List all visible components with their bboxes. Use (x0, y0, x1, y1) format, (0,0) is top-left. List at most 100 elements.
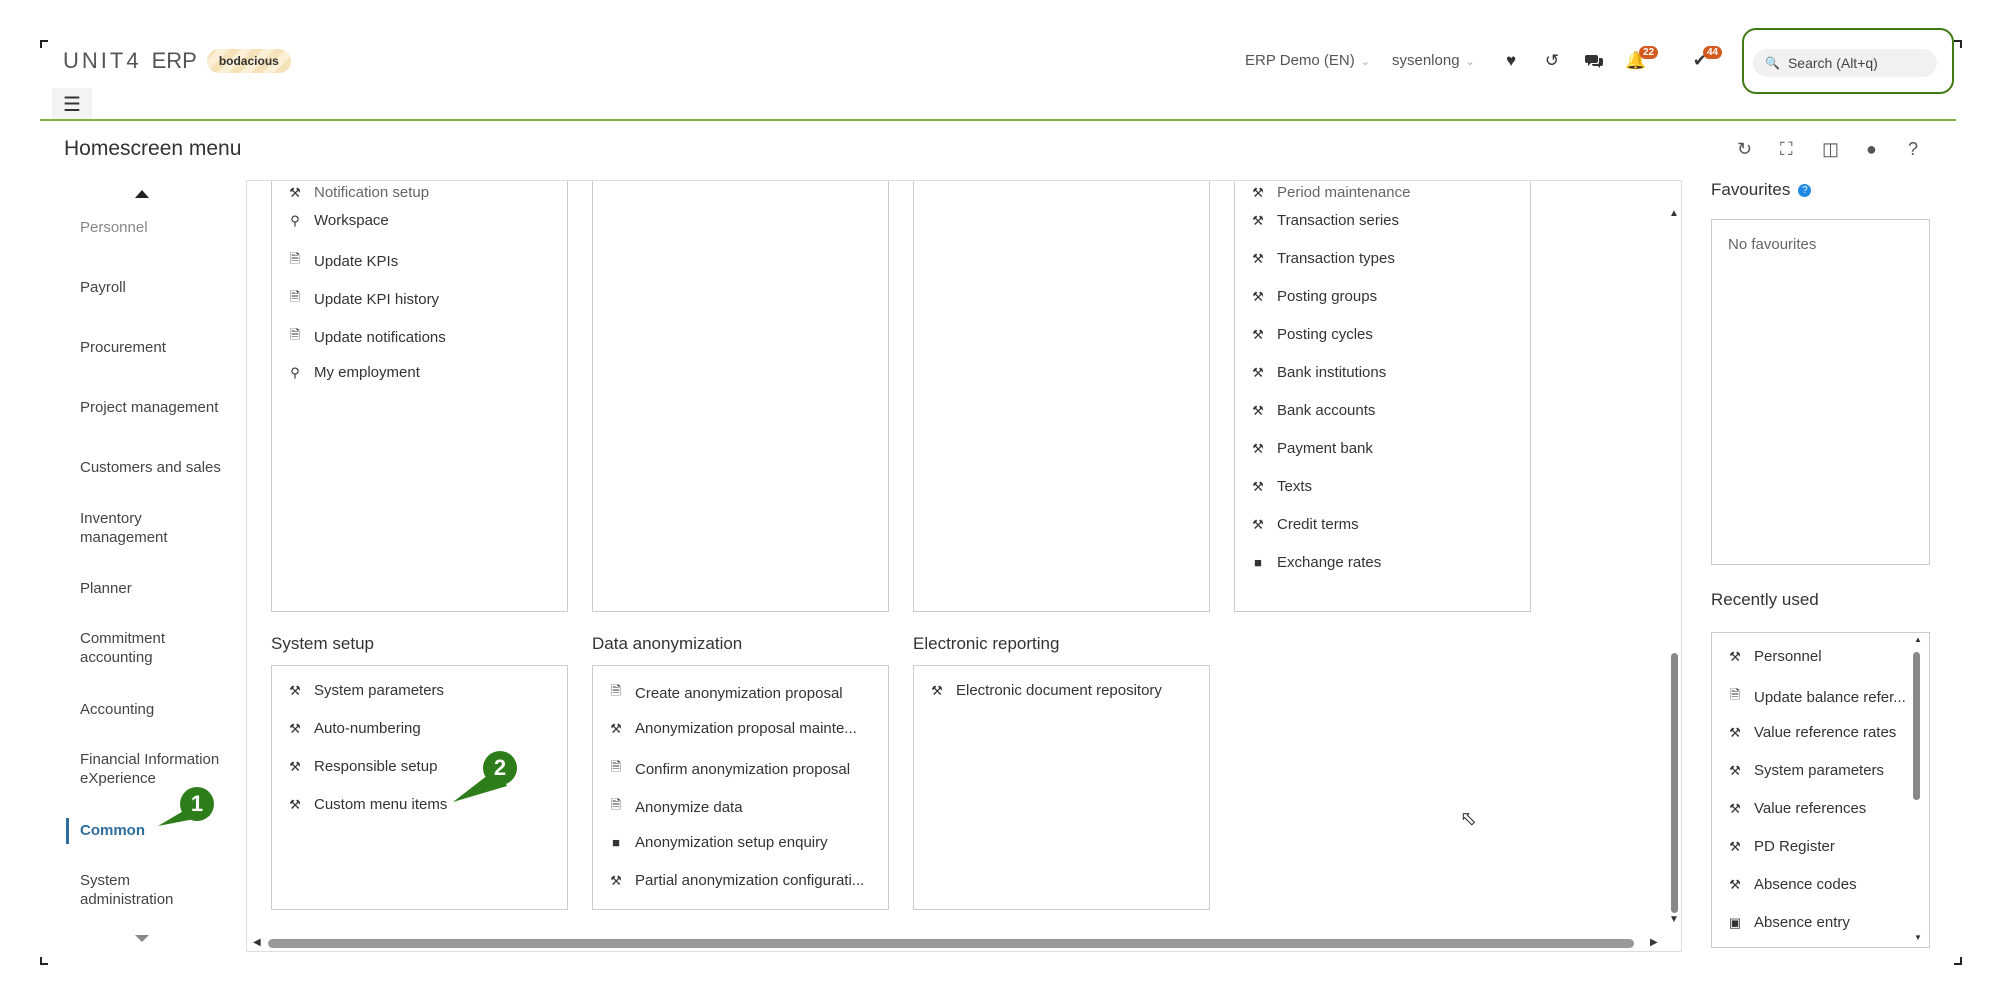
tools-icon: ⚒ (610, 872, 622, 888)
tools-icon: ⚒ (1252, 364, 1264, 380)
nav-scroll-up-icon[interactable] (135, 190, 149, 198)
menu-item[interactable]: ⚒ Posting cycles (1251, 326, 1373, 343)
fullscreen-icon[interactable]: ⛶ (1780, 139, 1793, 160)
help-icon[interactable]: ? (1908, 139, 1918, 160)
menu-item[interactable]: ⚒ Transaction series (1251, 212, 1399, 229)
nav-item-planner[interactable]: Planner (80, 579, 230, 598)
menu-item[interactable]: ⚒ Bank accounts (1251, 402, 1375, 419)
tools-icon: ⚒ (1252, 288, 1264, 304)
tools-icon: ⚒ (1729, 838, 1741, 854)
menu-item-label: Responsible setup (314, 758, 438, 775)
nav-item-commitment-accounting[interactable]: Commitment accounting (80, 629, 190, 667)
heart-icon[interactable]: ♥ (1500, 50, 1522, 72)
menu-item-label: Texts (1277, 478, 1313, 495)
menu-item[interactable]: ⚒ Auto-numbering (288, 720, 421, 737)
menu-item[interactable]: 🗎 Anonymize data (609, 796, 743, 818)
menu-item[interactable]: ⚒ Payment bank (1251, 440, 1373, 457)
menu-item-label: Credit terms (1277, 516, 1359, 533)
menu-item[interactable]: ⚲ Workspace (288, 212, 389, 229)
menu-item[interactable]: ⚒ Period maintenance (1251, 184, 1410, 201)
menu-item[interactable]: ⚒ Custom menu items (288, 796, 447, 813)
menu-item[interactable]: ■ Exchange rates (1251, 554, 1381, 571)
menu-item[interactable]: ⚒ Credit terms (1251, 516, 1359, 533)
menu-item[interactable]: 🗎 Create anonymization proposal (609, 682, 843, 704)
menu-item[interactable]: 🗎 Update notifications (288, 326, 446, 348)
company-label: ERP Demo (EN) (1245, 52, 1355, 69)
window-corner (1954, 40, 1962, 48)
tools-icon: ⚒ (1252, 250, 1264, 266)
chat-icon[interactable] (1583, 50, 1605, 72)
lightbulb-icon[interactable]: ● (1866, 139, 1877, 160)
tools-icon: ⚒ (289, 682, 301, 698)
recent-item[interactable]: ⚒ PD Register (1728, 838, 1835, 855)
company-dropdown[interactable]: ERP Demo (EN) ⌄ (1245, 52, 1370, 69)
menu-item[interactable]: ⚒ Posting groups (1251, 288, 1377, 305)
tools-icon: ⚒ (1252, 402, 1264, 418)
menu-item[interactable]: 🗎 Update KPIs (288, 250, 398, 272)
horizontal-scrollbar-thumb[interactable] (268, 939, 1634, 948)
vertical-scrollbar-thumb[interactable] (1671, 653, 1678, 913)
menu-item[interactable]: ■ Anonymization setup enquiry (609, 834, 828, 851)
notifications-button[interactable]: 🔔 22 (1625, 46, 1659, 72)
menu-group-panel: ⚒ Notification setup ⚲ Workspace 🗎 Update K… (271, 181, 568, 612)
tools-icon: ⚒ (289, 184, 301, 200)
menu-item[interactable]: ⚒ Bank institutions (1251, 364, 1386, 381)
nav-item-system-administration[interactable]: System administration (80, 871, 190, 909)
nav-item-inventory-management[interactable]: Inventory management (80, 509, 190, 547)
recent-item[interactable]: 🗎 Update balance refer... (1728, 686, 1906, 708)
nav-item-project-management[interactable]: Project management (80, 398, 230, 417)
logo[interactable]: UNIT4 ERP bodacious (63, 48, 291, 74)
document-icon: 🗎 (610, 797, 622, 812)
scroll-down-arrow-icon[interactable]: ▼ (1669, 914, 1679, 925)
menu-item[interactable]: ⚲ My employment (288, 364, 420, 381)
menu-item[interactable]: ⚒ Responsible setup (288, 758, 437, 775)
tasks-badge: 44 (1703, 46, 1723, 59)
recent-item-label: Absence codes (1754, 876, 1857, 893)
nav-item-payroll[interactable]: Payroll (80, 278, 230, 297)
menu-item-label: Auto-numbering (314, 720, 421, 737)
scroll-right-arrow-icon[interactable]: ▶ (1650, 937, 1658, 948)
recent-item[interactable]: ▣ Absence entry (1728, 914, 1850, 931)
recent-scroll-up-icon[interactable]: ▲ (1914, 635, 1922, 644)
nav-item-accounting[interactable]: Accounting (80, 700, 230, 719)
recent-item[interactable]: ⚒ Absence codes (1728, 876, 1857, 893)
menu-item[interactable]: ⚒ Transaction types (1251, 250, 1395, 267)
active-nav-indicator (66, 818, 69, 844)
recent-scroll-down-icon[interactable]: ▼ (1914, 933, 1922, 942)
user-dropdown[interactable]: sysenlong ⌄ (1392, 52, 1475, 69)
user-label: sysenlong (1392, 52, 1460, 69)
history-icon[interactable]: ↺ (1541, 50, 1563, 72)
menu-item[interactable]: ⚒ Anonymization proposal mainte... (609, 720, 857, 737)
nav-item-customers-and-sales[interactable]: Customers and sales (80, 458, 230, 477)
menu-item[interactable]: ⚒ Texts (1251, 478, 1312, 495)
refresh-icon[interactable]: ↻ (1737, 139, 1752, 160)
recent-item[interactable]: ⚒ Value references (1728, 800, 1866, 817)
hamburger-menu-button[interactable]: ☰ (52, 88, 92, 120)
recent-item[interactable]: ⚒ System parameters (1728, 762, 1884, 779)
menu-item[interactable]: ⚒ System parameters (288, 682, 444, 699)
help-circle-icon[interactable]: ? (1798, 184, 1812, 197)
tasks-button[interactable]: ✔ 44 (1689, 46, 1723, 72)
document-icon: 🗎 (1729, 687, 1741, 702)
nav-item-personnel[interactable]: Personnel (80, 218, 230, 237)
callout-badge-2: 2 (483, 751, 517, 785)
recent-item[interactable]: ⚒ Value reference rates (1728, 724, 1896, 741)
scroll-left-arrow-icon[interactable]: ◀ (253, 937, 261, 948)
recent-scrollbar-thumb[interactable] (1913, 652, 1920, 800)
menu-item[interactable]: ⚒ Partial anonymization configurati... (609, 872, 864, 889)
menu-item-label: Transaction series (1277, 212, 1399, 229)
nav-item-procurement[interactable]: Procurement (80, 338, 230, 357)
menu-item-label: Electronic document repository (956, 682, 1162, 699)
menu-item-label: Notification setup (314, 184, 430, 201)
scroll-up-arrow-icon[interactable]: ▲ (1669, 208, 1679, 219)
menu-item[interactable]: ⚒ Electronic document repository (930, 682, 1162, 699)
menu-item-label: Update KPIs (314, 252, 399, 270)
layout-columns-icon[interactable]: ◫ (1822, 139, 1839, 160)
menu-item[interactable]: ⚒ Notification setup (288, 184, 429, 201)
menu-group-panel: 🗎 Create anonymization proposal ⚒ Anonymiz… (592, 665, 889, 910)
nav-scroll-down-icon[interactable] (135, 935, 149, 942)
recent-item[interactable]: ⚒ Personnel (1728, 648, 1821, 665)
menu-item[interactable]: 🗎 Update KPI history (288, 288, 439, 310)
menu-item[interactable]: 🗎 Confirm anonymization proposal (609, 758, 850, 780)
search-input[interactable]: 🔍 Search (Alt+q) (1753, 49, 1937, 77)
